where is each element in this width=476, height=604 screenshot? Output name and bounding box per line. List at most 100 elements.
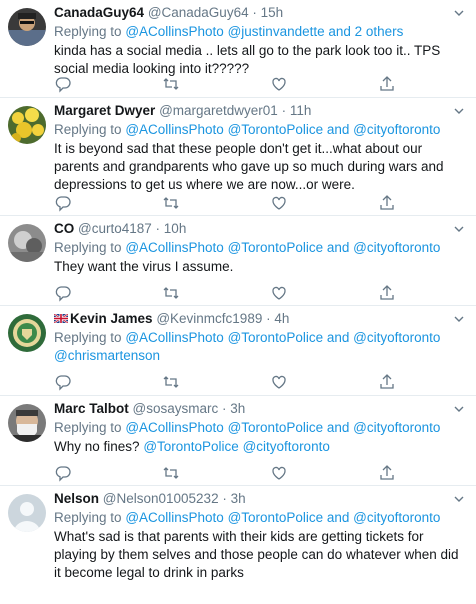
user-handle[interactable]: @Nelson01005232 <box>103 491 219 506</box>
avatar[interactable] <box>8 8 46 46</box>
mention-link[interactable]: @ACollinsPhoto <box>125 24 224 39</box>
tweet-text: They want the virus I assume. <box>54 259 234 274</box>
reply-icon[interactable] <box>54 284 72 302</box>
mention-link[interactable]: @cityoftoronto <box>353 122 440 137</box>
user-photo-avatar <box>8 8 46 46</box>
share-icon[interactable] <box>378 284 396 302</box>
mention-link[interactable]: @ACollinsPhoto <box>125 122 224 137</box>
display-name[interactable]: CanadaGuy64 <box>54 5 144 20</box>
share-icon[interactable] <box>378 194 396 212</box>
reply-icon[interactable] <box>54 75 72 93</box>
default-avatar <box>8 494 46 532</box>
reply-tweet[interactable]: Kevin James @Kevinmcfc1989 · 4h Replying… <box>0 306 476 396</box>
display-name[interactable]: Marc Talbot <box>54 401 129 416</box>
chevron-down-icon[interactable] <box>452 6 466 20</box>
mention-link[interactable]: @justinvandette <box>228 24 325 39</box>
green-crest-avatar <box>8 314 46 352</box>
avatar[interactable] <box>8 314 46 352</box>
mention-link[interactable]: @ACollinsPhoto <box>125 330 224 345</box>
avatar[interactable] <box>8 224 46 262</box>
avatar[interactable] <box>8 404 46 442</box>
share-icon[interactable] <box>378 75 396 93</box>
avatar[interactable] <box>8 106 46 144</box>
mention-link[interactable]: @TorontoPolice <box>228 330 324 345</box>
timestamp[interactable]: 4h <box>274 311 289 326</box>
chevron-down-icon[interactable] <box>452 104 466 118</box>
separator-dot: · <box>155 221 161 236</box>
action-bar <box>54 75 414 93</box>
mention-link[interactable]: @TorontoPolice <box>143 439 239 454</box>
mention-link[interactable]: @TorontoPolice <box>228 122 324 137</box>
user-handle[interactable]: @curto4187 <box>78 221 152 236</box>
user-handle[interactable]: @margaretdwyer01 <box>159 103 278 118</box>
timestamp[interactable]: 11h <box>290 103 312 118</box>
user-handle[interactable]: @sosaysmarc <box>133 401 219 416</box>
chevron-down-icon[interactable] <box>452 222 466 236</box>
replying-joiner: and <box>326 122 350 137</box>
avatar[interactable] <box>8 494 46 532</box>
separator-dot: · <box>266 311 271 326</box>
like-icon[interactable] <box>270 75 288 93</box>
mention-link[interactable]: @TorontoPolice <box>228 240 324 255</box>
tweet-text: Why no fines? @TorontoPolice @cityoftoro… <box>54 438 466 456</box>
others-link[interactable]: and 2 others <box>328 24 403 39</box>
replying-to: Replying to @ACollinsPhoto @TorontoPolic… <box>54 121 466 139</box>
separator-dot: · <box>222 401 227 416</box>
chevron-down-icon[interactable] <box>452 492 466 506</box>
reply-tweet[interactable]: Margaret Dwyer @margaretdwyer01 · 11h Re… <box>0 98 476 216</box>
user-handle[interactable]: @CanadaGuy64 <box>148 5 249 20</box>
display-name[interactable]: Kevin James <box>70 311 153 326</box>
chevron-down-icon[interactable] <box>452 402 466 416</box>
mention-link[interactable]: @TorontoPolice <box>228 420 324 435</box>
replying-label: Replying to <box>54 420 122 435</box>
display-name[interactable]: CO <box>54 221 74 236</box>
mention-link[interactable]: @ACollinsPhoto <box>125 420 224 435</box>
mention-link[interactable]: @cityoftoronto <box>353 330 440 345</box>
separator-dot: · <box>281 103 287 118</box>
share-icon[interactable] <box>378 373 396 391</box>
replying-joiner: and <box>326 240 350 255</box>
reply-icon[interactable] <box>54 194 72 212</box>
action-bar <box>54 284 414 302</box>
separator-dot: · <box>222 491 227 506</box>
timestamp[interactable]: 3h <box>230 401 245 416</box>
share-icon[interactable] <box>378 464 396 482</box>
mention-link[interactable]: @chrismartenson <box>54 348 160 363</box>
timestamp[interactable]: 10h <box>164 221 187 236</box>
chevron-down-icon[interactable] <box>452 312 466 326</box>
user-handle[interactable]: @Kevinmcfc1989 <box>156 311 262 326</box>
reply-tweet[interactable]: Nelson @Nelson01005232 · 3h Replying to … <box>0 486 476 604</box>
mention-link[interactable]: @ACollinsPhoto <box>125 240 224 255</box>
display-name[interactable]: Margaret Dwyer <box>54 103 155 118</box>
like-icon[interactable] <box>270 284 288 302</box>
retweet-icon[interactable] <box>162 373 180 391</box>
like-icon[interactable] <box>270 464 288 482</box>
reply-feed: CanadaGuy64 @CanadaGuy64 · 15h Replying … <box>0 0 476 604</box>
replying-joiner: and <box>326 510 350 525</box>
timestamp[interactable]: 3h <box>231 491 246 506</box>
retweet-icon[interactable] <box>162 75 180 93</box>
reply-icon[interactable] <box>54 373 72 391</box>
grey-photo-avatar <box>8 224 46 262</box>
mention-link[interactable]: @cityoftoronto <box>353 420 440 435</box>
replying-to: Replying to @ACollinsPhoto @TorontoPolic… <box>54 329 466 365</box>
mention-link[interactable]: @cityoftoronto <box>243 439 330 454</box>
retweet-icon[interactable] <box>162 194 180 212</box>
reply-tweet[interactable]: CO @curto4187 · 10h Replying to @ACollin… <box>0 216 476 306</box>
like-icon[interactable] <box>270 373 288 391</box>
replying-to: Replying to @ACollinsPhoto @justinvandet… <box>54 23 466 41</box>
like-icon[interactable] <box>270 194 288 212</box>
retweet-icon[interactable] <box>162 284 180 302</box>
reply-icon[interactable] <box>54 464 72 482</box>
mention-link[interactable]: @cityoftoronto <box>353 240 440 255</box>
reply-tweet[interactable]: CanadaGuy64 @CanadaGuy64 · 15h Replying … <box>0 0 476 98</box>
display-name[interactable]: Nelson <box>54 491 99 506</box>
mention-link[interactable]: @TorontoPolice <box>228 510 324 525</box>
mention-link[interactable]: @cityoftoronto <box>353 510 440 525</box>
replying-label: Replying to <box>54 510 122 525</box>
mention-link[interactable]: @ACollinsPhoto <box>125 510 224 525</box>
timestamp[interactable]: 15h <box>261 5 284 20</box>
tweet-text: kinda has a social media .. lets all go … <box>54 43 441 76</box>
reply-tweet[interactable]: Marc Talbot @sosaysmarc · 3h Replying to… <box>0 396 476 486</box>
retweet-icon[interactable] <box>162 464 180 482</box>
